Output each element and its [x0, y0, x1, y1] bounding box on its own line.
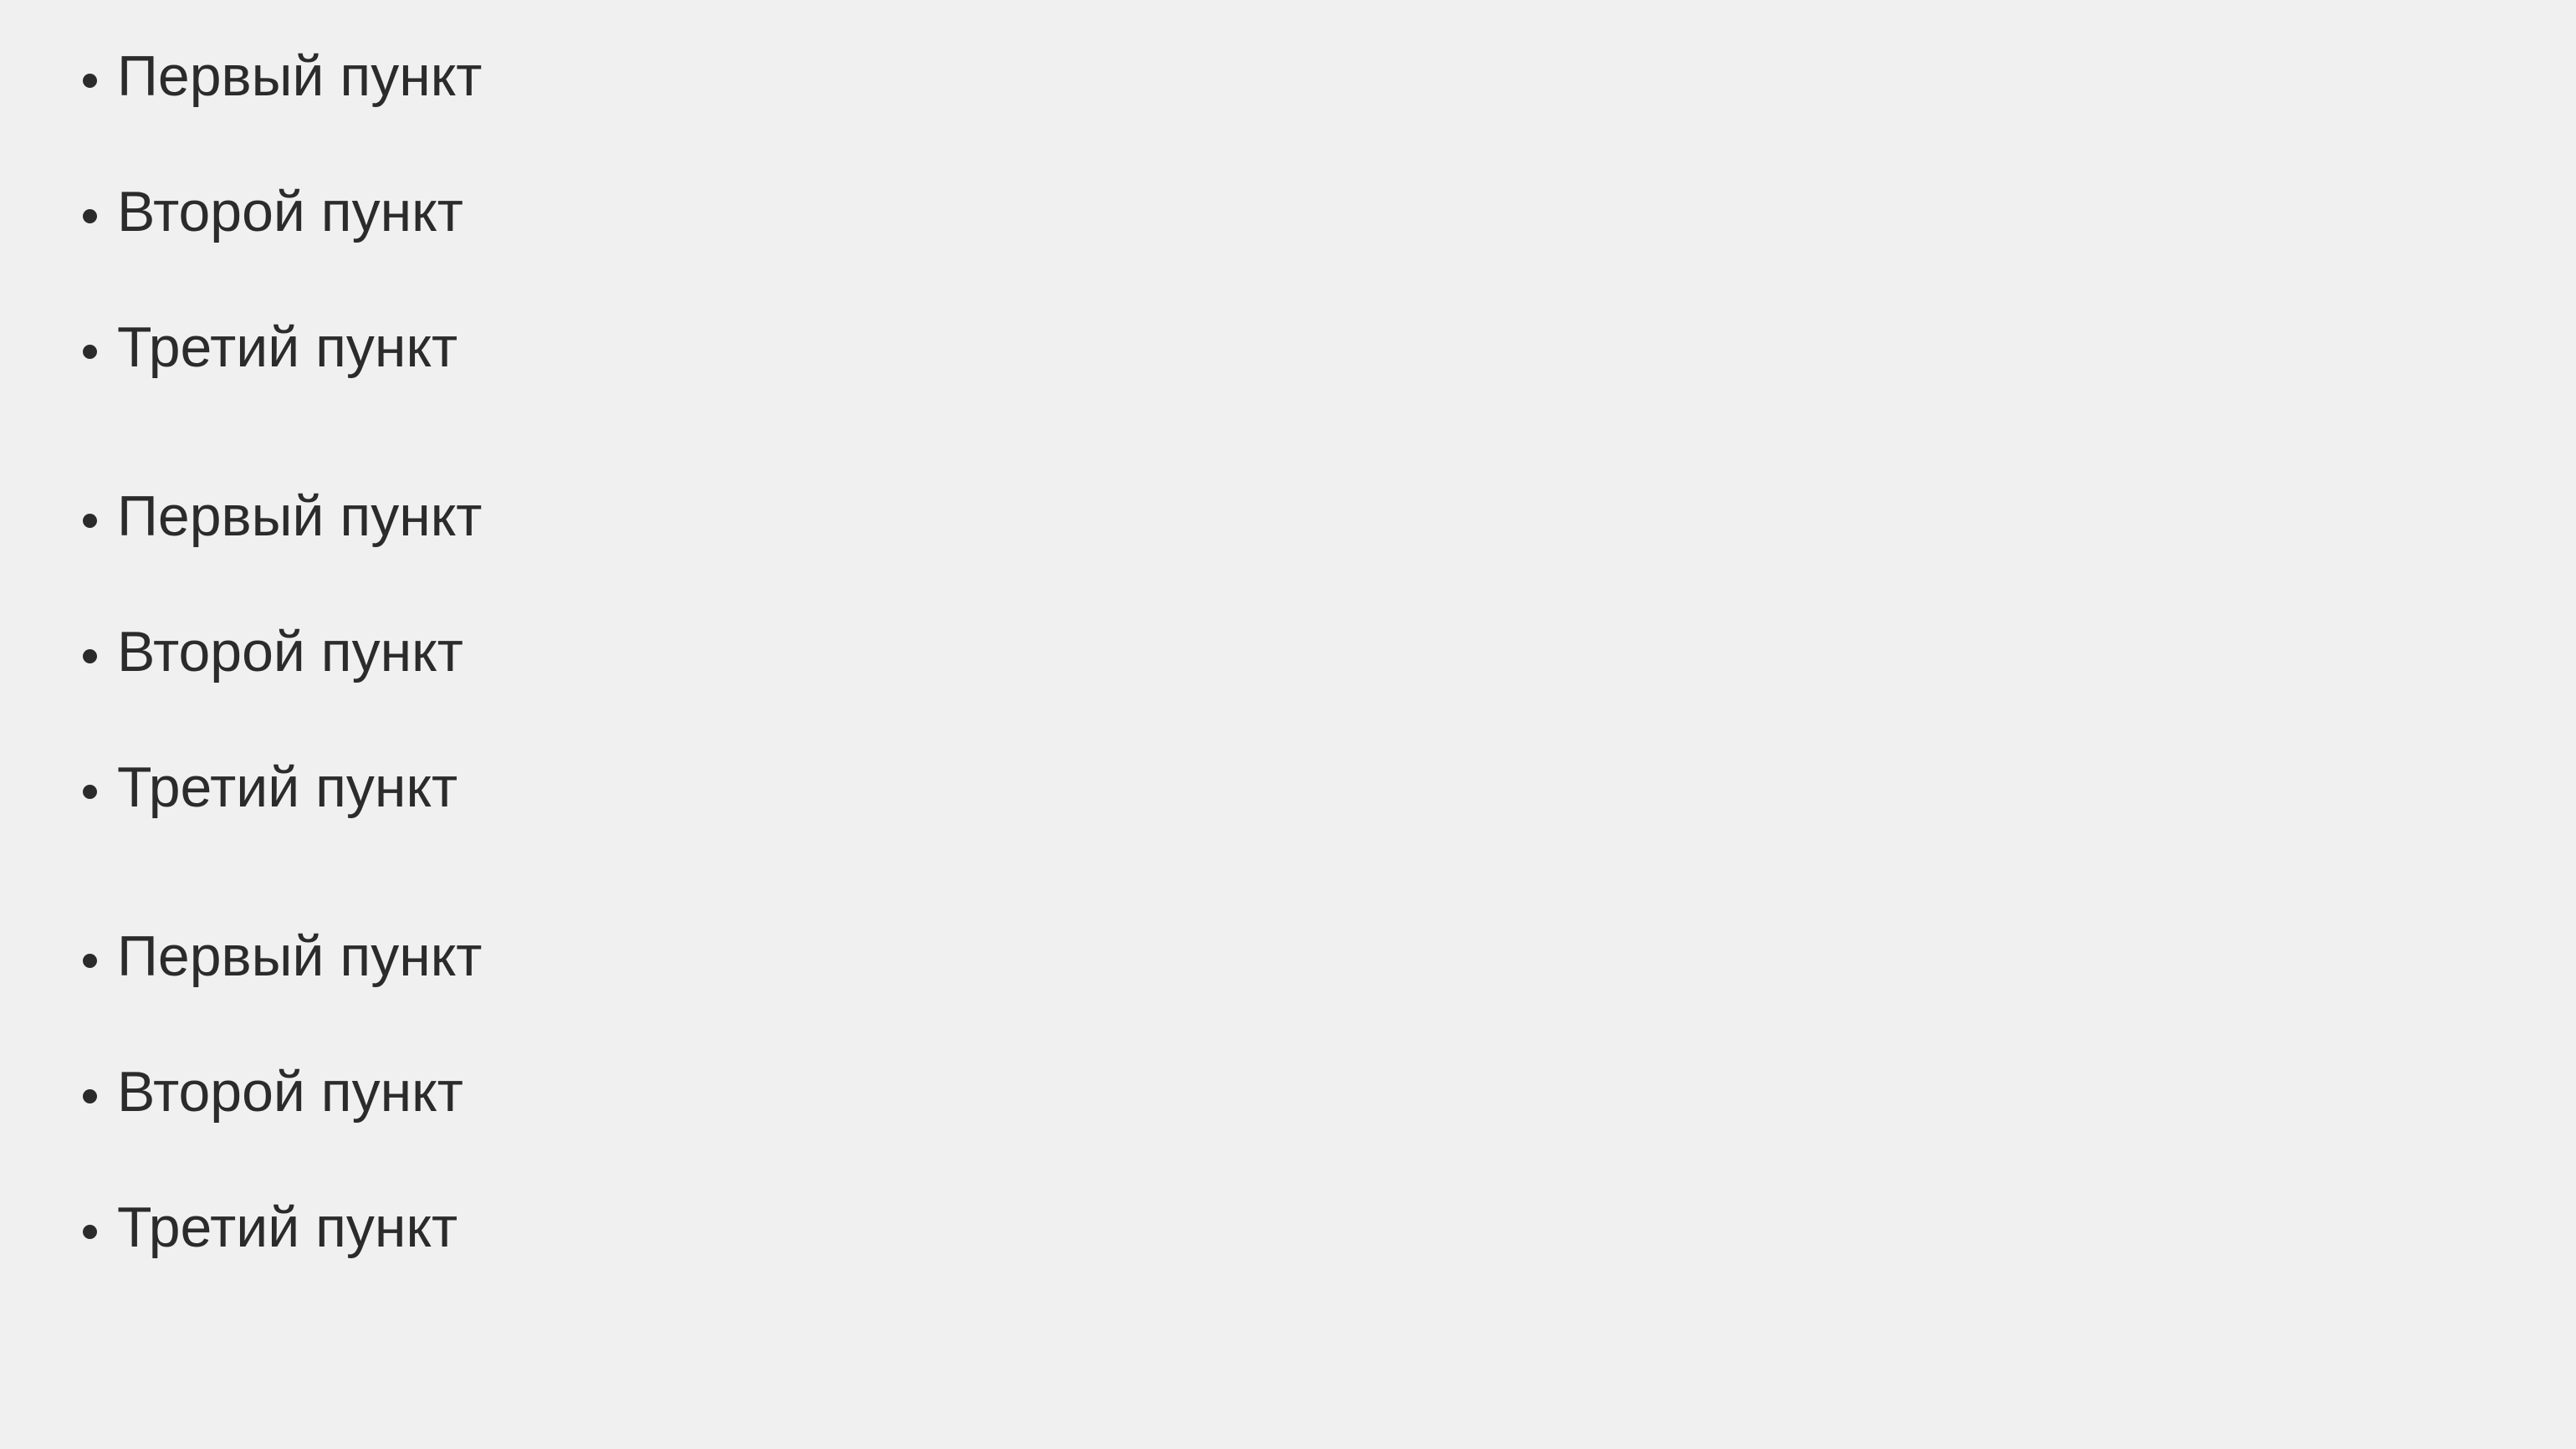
list-item: Третий пункт — [117, 1185, 2526, 1270]
list-item: Первый пункт — [117, 914, 2526, 999]
bullet-list-2: Первый пункт Второй пункт Третий пункт — [50, 474, 2526, 830]
list-item: Третий пункт — [117, 745, 2526, 830]
bullet-list-1: Первый пункт Второй пункт Третий пункт — [50, 33, 2526, 390]
bullet-list-3: Первый пункт Второй пункт Третий пункт — [50, 914, 2526, 1270]
list-item: Первый пункт — [117, 33, 2526, 119]
list-item: Первый пункт — [117, 474, 2526, 559]
list-item: Третий пункт — [117, 305, 2526, 390]
list-item: Второй пункт — [117, 169, 2526, 254]
list-item: Второй пункт — [117, 1049, 2526, 1134]
list-item: Второй пункт — [117, 609, 2526, 694]
